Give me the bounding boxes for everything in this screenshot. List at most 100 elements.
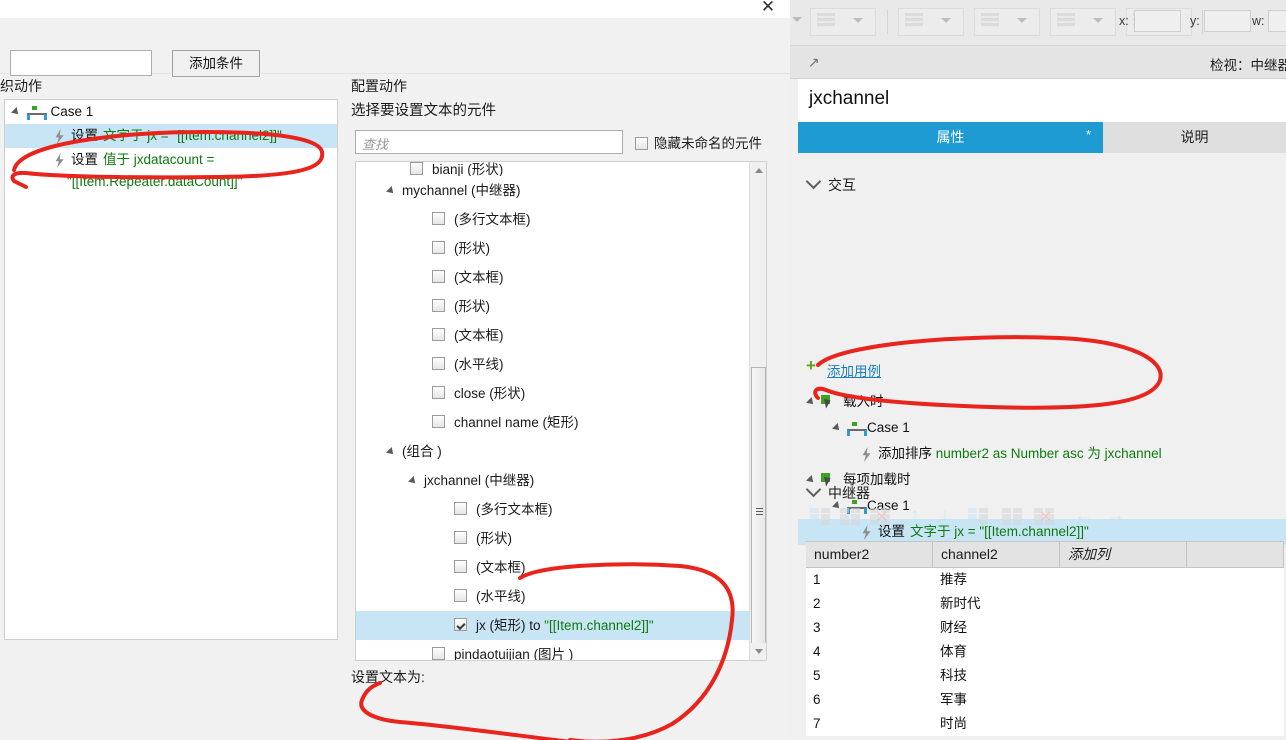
scroll-up-icon[interactable] [750,162,766,179]
toolbar-line-group[interactable] [898,8,964,36]
table-cell[interactable]: 财经 [933,616,1060,640]
checkbox-icon[interactable] [454,502,467,515]
inspector-tabs[interactable]: 属性 * 说明 [798,122,1286,153]
element-tree-row[interactable]: (形状) [356,292,749,321]
element-tree-row[interactable]: (水平线) [356,582,749,611]
interaction-tree-row[interactable]: 添加排序 number2 as Number asc 为 jxchannel [798,441,1286,467]
plus-icon[interactable]: + [806,357,816,374]
expand-arrow-icon[interactable] [386,186,396,197]
chevron-down-icon[interactable] [805,481,822,498]
toolbar-fill-group[interactable] [974,8,1040,36]
expand-arrow-icon[interactable] [832,423,842,434]
repeater-data-table[interactable]: number2 channel2 添加列 1 推荐 2 新时代 3 财经 4 体育 5 科技 6 军事 7 时… [806,541,1284,736]
element-selection-tree[interactable]: bianji (形状) mychannel (中继器) (多行文本框) (形状) (文本… [355,161,767,661]
add-column-right-icon[interactable] [1002,508,1024,526]
tree-row-action-set-value[interactable]: 设置 值于 jxdatacount = [5,148,337,172]
element-tree-row[interactable]: (多行文本框) [356,205,749,234]
element-name-bar[interactable]: jxchannel [798,79,1286,122]
expand-arrow-icon[interactable] [408,476,418,487]
checkbox-icon[interactable] [454,618,467,631]
element-tree-row[interactable]: jxchannel (中继器) [356,466,749,495]
checkbox-icon[interactable] [635,137,648,150]
checkbox-icon[interactable] [432,328,445,341]
tree-row-action-set-text[interactable]: 设置 文字于 jx = "[[Item.channel2]]" [5,124,337,148]
chevron-down-icon[interactable] [1093,18,1103,23]
tree-row-case[interactable]: Case 1 [5,100,337,124]
organize-actions-tree[interactable]: Case 1 设置 文字于 jx = "[[Item.channel2]]" 设置… [4,99,338,640]
table-cell[interactable]: 科技 [933,664,1060,688]
tab-properties[interactable]: 属性 * [798,122,1103,153]
element-tree-row[interactable]: (文本框) [356,553,749,582]
add-column-left-icon[interactable] [968,508,990,526]
add-row-below-icon[interactable] [840,508,862,526]
tab-notes[interactable]: 说明 [1103,122,1286,153]
table-cell[interactable]: 推荐 [933,568,1060,592]
table-row[interactable]: 1 推荐 [806,568,1284,592]
checkbox-icon[interactable] [432,415,445,428]
chevron-down-icon[interactable] [853,18,863,23]
chevron-down-icon[interactable] [805,173,822,190]
move-column-right-icon[interactable] [1104,505,1126,527]
element-tree-row[interactable]: channel name (矩形) [356,408,749,437]
table-row[interactable]: 6 军事 [806,688,1284,712]
element-name-input[interactable]: jxchannel [809,88,889,110]
table-cell[interactable]: 5 [806,664,933,688]
element-tree-row[interactable]: close (形状) [356,379,749,408]
checkbox-icon[interactable] [432,212,445,225]
table-cell[interactable]: 2 [806,592,933,616]
chevron-down-icon[interactable] [1017,18,1027,23]
table-cell[interactable]: 军事 [933,688,1060,712]
table-column-header[interactable] [1187,542,1284,567]
checkbox-icon[interactable] [432,241,445,254]
element-tree-row[interactable]: (形状) [356,524,749,553]
table-cell[interactable]: 新时代 [933,592,1060,616]
toolbar-corner-group[interactable] [810,8,876,36]
checkbox-icon[interactable] [432,299,445,312]
table-cell[interactable] [1060,568,1187,592]
move-row-up-icon[interactable] [908,505,930,527]
element-tree-row[interactable]: jx (矩形) to "[[Item.channel2]]" [356,611,749,640]
table-cell[interactable]: 6 [806,688,933,712]
element-tree-row[interactable]: (水平线) [356,350,749,379]
checkbox-icon[interactable] [432,647,445,660]
table-cell[interactable] [1060,712,1187,736]
interaction-tree-row[interactable]: 载入时 [798,389,1286,415]
table-cell[interactable]: 时尚 [933,712,1060,736]
w-input[interactable] [1268,10,1286,32]
element-tree-row[interactable]: mychannel (中继器) [356,176,749,205]
toolbar-align-group[interactable] [1050,8,1116,36]
table-row[interactable]: 4 体育 [806,640,1284,664]
table-cell[interactable]: 1 [806,568,933,592]
element-tree-row[interactable]: (形状) [356,234,749,263]
table-column-header[interactable]: number2 [806,542,933,567]
table-cell[interactable] [1060,664,1187,688]
table-cell[interactable]: 4 [806,640,933,664]
checkbox-icon[interactable] [410,162,423,175]
table-cell[interactable]: 3 [806,616,933,640]
expand-arrow-icon[interactable] [386,447,396,458]
x-input[interactable] [1134,10,1181,32]
table-row[interactable]: 5 科技 [806,664,1284,688]
table-row[interactable]: 2 新时代 [806,592,1284,616]
table-cell[interactable] [1187,640,1284,664]
y-input[interactable] [1204,10,1251,32]
element-tree-row[interactable]: bianji (形状) [356,162,749,176]
repeater-toolbar[interactable] [806,505,1286,538]
checkbox-icon[interactable] [432,386,445,399]
style-toolbar[interactable]: x: y: w: [790,0,1286,46]
table-cell[interactable] [1060,640,1187,664]
table-column-header[interactable]: channel2 [933,542,1060,567]
element-tree-row[interactable]: (组合 ) [356,437,749,466]
add-condition-button[interactable]: 添加条件 [172,50,260,77]
close-icon[interactable]: ✕ [757,0,779,18]
move-row-down-icon[interactable] [938,505,960,527]
repeater-group-header[interactable]: 中继器 [805,481,870,503]
scrollbar-thumb[interactable] [751,367,766,657]
table-cell[interactable] [1187,568,1284,592]
table-row[interactable]: 7 时尚 [806,712,1284,736]
table-cell[interactable] [1187,712,1284,736]
table-cell[interactable] [1060,616,1187,640]
table-row[interactable]: 3 财经 [806,616,1284,640]
search-input[interactable]: 查找 [355,130,623,154]
interaction-tree-row[interactable]: Case 1 [798,415,1286,441]
